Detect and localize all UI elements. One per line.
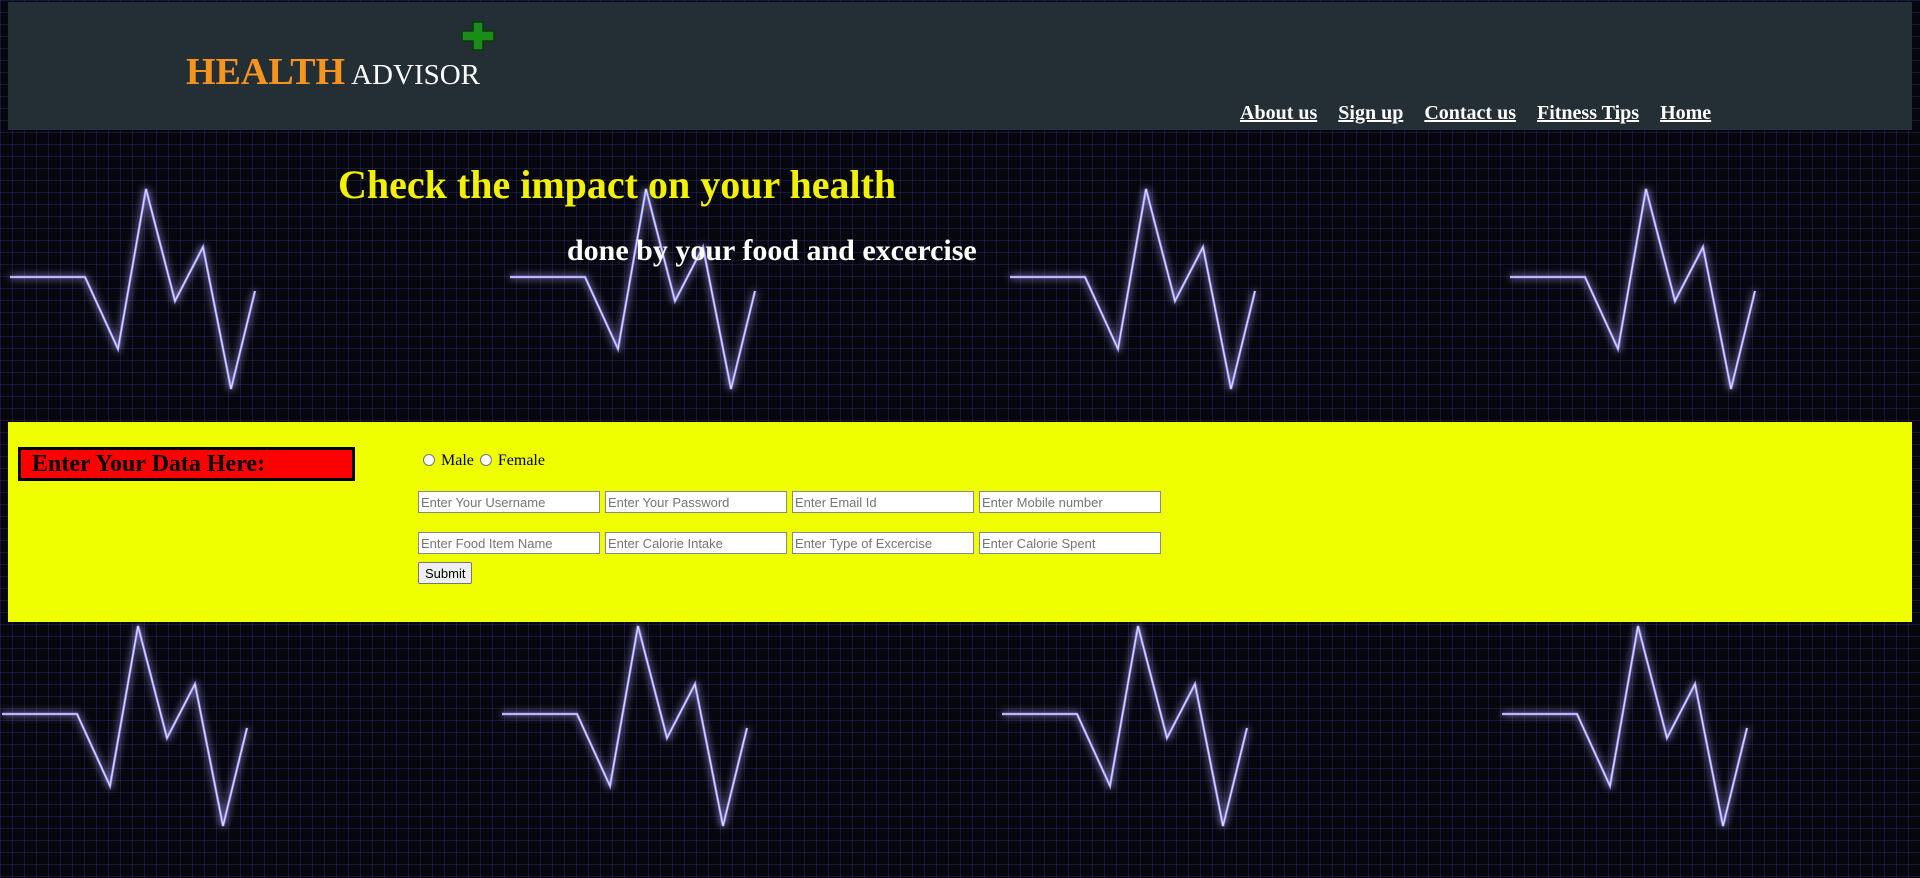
password-input[interactable] bbox=[605, 491, 787, 513]
account-fields-row bbox=[418, 491, 1161, 513]
ecg-line-highlight bbox=[1010, 188, 1256, 390]
email-input[interactable] bbox=[792, 491, 974, 513]
ecg-line bbox=[1002, 625, 1249, 827]
hero-subtitle: done by your food and excercise bbox=[567, 234, 977, 267]
data-entry-panel: Enter Your Data Here: Male Female Submit bbox=[8, 422, 1912, 622]
ecg-line bbox=[2, 625, 249, 827]
brand-health-text: HEALTH bbox=[186, 51, 346, 93]
nav-home[interactable]: Home bbox=[1660, 102, 1711, 124]
main-nav: About us Sign up Contact us Fitness Tips… bbox=[1240, 102, 1727, 125]
ecg-line-highlight bbox=[1002, 625, 1248, 827]
ecg-line-highlight bbox=[1510, 188, 1756, 390]
activity-fields-row bbox=[418, 532, 1161, 554]
nav-about-us[interactable]: About us bbox=[1240, 102, 1317, 124]
nav-contact-us[interactable]: Contact us bbox=[1424, 102, 1516, 124]
male-label: Male bbox=[441, 452, 474, 469]
ecg-line bbox=[1510, 188, 1757, 390]
hero-title: Check the impact on your health bbox=[338, 162, 897, 207]
brand-advisor-text: ADVISOR bbox=[351, 59, 481, 91]
ecg-line-highlight bbox=[1502, 625, 1748, 827]
mobile-input[interactable] bbox=[979, 491, 1161, 513]
food-item-input[interactable] bbox=[418, 532, 600, 554]
ecg-line bbox=[1010, 188, 1257, 390]
ecg-line bbox=[502, 625, 749, 827]
female-label: Female bbox=[497, 452, 545, 469]
female-radio[interactable] bbox=[479, 454, 492, 466]
calorie-spent-input[interactable] bbox=[979, 532, 1161, 554]
username-input[interactable] bbox=[418, 491, 600, 513]
submit-button[interactable]: Submit bbox=[418, 562, 473, 584]
medical-plus-icon bbox=[461, 21, 495, 51]
gender-radio-group: Male Female bbox=[423, 452, 547, 470]
exercise-type-input[interactable] bbox=[792, 532, 974, 554]
ecg-line bbox=[510, 188, 757, 390]
ecg-line-highlight bbox=[10, 188, 256, 390]
ecg-line-highlight bbox=[502, 625, 748, 827]
enter-data-label: Enter Your Data Here: bbox=[18, 447, 355, 481]
brand-logo[interactable]: HEALTH ADVISOR bbox=[186, 50, 480, 94]
male-radio[interactable] bbox=[423, 454, 435, 466]
ecg-line bbox=[10, 188, 257, 390]
nav-sign-up[interactable]: Sign up bbox=[1338, 102, 1403, 124]
nav-fitness-tips[interactable]: Fitness Tips bbox=[1537, 102, 1639, 124]
ecg-line-highlight bbox=[510, 188, 756, 390]
ecg-line-highlight bbox=[2, 625, 248, 827]
site-header: HEALTH ADVISOR About us Sign up Contact u… bbox=[8, 2, 1912, 130]
calorie-intake-input[interactable] bbox=[605, 532, 787, 554]
ecg-line bbox=[1502, 625, 1749, 827]
